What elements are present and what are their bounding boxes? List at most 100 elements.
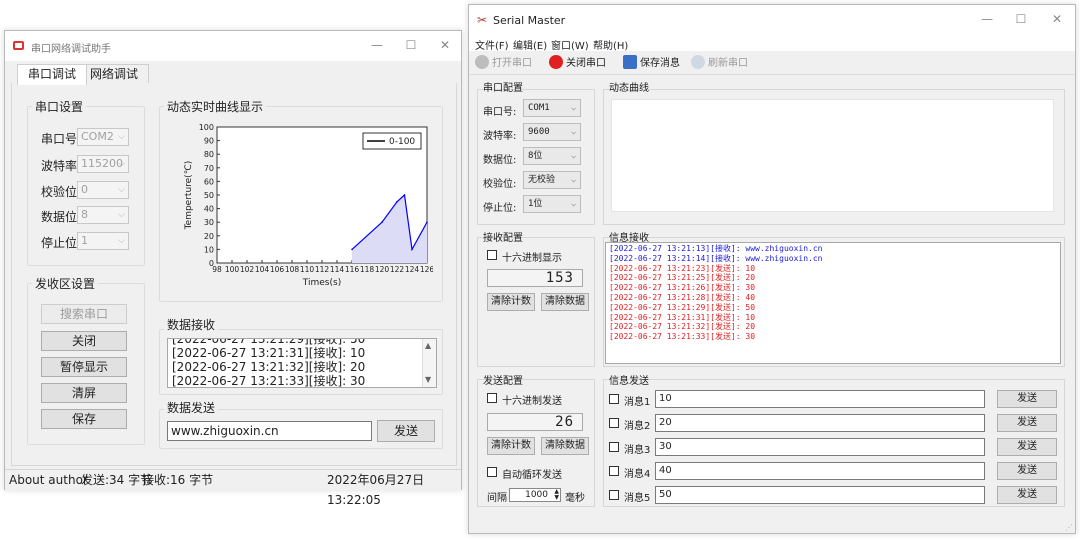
minimize-icon[interactable]: — (367, 37, 387, 53)
scroll-down-icon[interactable]: ▼ (425, 375, 431, 384)
log-line: [2022-06-27 13:21:26][发送]: 30 (609, 283, 756, 293)
data-point (396, 201, 398, 203)
spin-arrows-icon[interactable]: ▲ ▼ (554, 489, 559, 501)
dynamic-curve-canvas (611, 99, 1054, 212)
databits-select[interactable]: 8 ⌵ (77, 206, 129, 224)
log-line: [2022-06-27 13:21:32][发送]: 20 (609, 322, 756, 332)
baud-select[interactable]: 9600 ⌵ (523, 123, 581, 141)
open-port-tool[interactable]: 打开串口 (475, 55, 532, 71)
chevron-down-icon: ⌵ (118, 210, 125, 220)
maximize-icon[interactable]: ☐ (1011, 11, 1031, 27)
x-tick-label: 118 (360, 265, 375, 274)
message-label: 消息3 (624, 445, 651, 456)
message-input[interactable]: 10 (655, 390, 985, 408)
parity-select[interactable]: 0 ⌵ (77, 181, 129, 199)
pause-display-button[interactable]: 暂停显示 (41, 357, 127, 377)
data-point (381, 221, 383, 223)
message-checkbox[interactable] (609, 490, 619, 500)
message-send-button[interactable]: 发送 (997, 462, 1057, 480)
close-port-tool[interactable]: 关闭串口 (549, 55, 606, 71)
send-config-title: 发送配置 (483, 376, 523, 387)
y-axis-label: Temperture(℃) (184, 161, 194, 231)
message-checkbox[interactable] (609, 418, 619, 428)
hex-send-checkbox[interactable] (487, 393, 497, 403)
port-select[interactable]: COM2 ⌵ (77, 128, 129, 146)
maximize-icon[interactable]: ☐ (401, 37, 421, 53)
window-title: Serial Master (493, 14, 566, 27)
parity-select[interactable]: 无校验 ⌵ (523, 171, 581, 189)
menu-window[interactable]: 窗口(W) (551, 37, 589, 52)
message-input[interactable]: 40 (655, 462, 985, 480)
legend-label: 0-100 (389, 137, 415, 147)
search-port-button[interactable]: 搜索串口 (41, 304, 127, 324)
data-send-title: 数据发送 (164, 399, 219, 416)
tab-network[interactable]: 网络调试 (79, 64, 150, 84)
receive-counter: 153 (487, 269, 583, 287)
x-tick-label: 100 (225, 265, 240, 274)
clear-receive-data-button[interactable]: 清除数据 (541, 293, 589, 311)
x-tick-label: 126 (420, 265, 433, 274)
message-input[interactable]: 30 (655, 438, 985, 456)
x-tick-label: 114 (330, 265, 345, 274)
about-author-link[interactable]: About author (9, 470, 88, 490)
send-input[interactable]: www.zhiguoxin.cn (167, 421, 372, 441)
baud-select[interactable]: 115200 ⌵ (77, 155, 129, 173)
message-label: 消息5 (624, 493, 651, 504)
curve-title: 动态曲线 (609, 83, 649, 94)
message-checkbox[interactable] (609, 394, 619, 404)
tab-serial[interactable]: 串口调试 (17, 64, 88, 85)
clear-send-count-button[interactable]: 清除计数 (487, 437, 535, 455)
chevron-down-icon: ⌵ (571, 127, 576, 136)
close-icon[interactable]: ✕ (435, 37, 455, 53)
clear-receive-count-button[interactable]: 清除计数 (487, 293, 535, 311)
menu-edit[interactable]: 编辑(E) (513, 37, 547, 52)
send-button[interactable]: 发送 (377, 420, 435, 442)
message-send-button[interactable]: 发送 (997, 390, 1057, 408)
message-input[interactable]: 20 (655, 414, 985, 432)
auto-send-checkbox[interactable] (487, 467, 497, 477)
interval-spinbox[interactable]: 1000 ▲ ▼ (509, 488, 561, 502)
check-icon (475, 55, 489, 69)
message-checkbox[interactable] (609, 442, 619, 452)
port-select[interactable]: COM1 ⌵ (523, 99, 581, 117)
data-point (411, 248, 413, 251)
data-point (403, 194, 406, 196)
menu-help[interactable]: 帮助(H) (593, 37, 628, 52)
message-send-button[interactable]: 发送 (997, 438, 1057, 456)
receive-textarea[interactable]: [2022-06-27 13:21:29][接收]: 50 [2022-06-2… (167, 338, 437, 388)
serial-assistant-window: 串口网络调试助手 — ☐ ✕ 串口调试 网络调试 串口设置 串口号 COM2 ⌵ … (4, 30, 462, 507)
databits-select[interactable]: 8位 ⌵ (523, 147, 581, 165)
clear-screen-button[interactable]: 清屏 (41, 383, 127, 403)
chevron-down-icon: ⌵ (571, 199, 576, 208)
close-port-button[interactable]: 关闭 (41, 331, 127, 351)
message-label: 消息4 (624, 469, 651, 480)
port-label: 串口号 (41, 132, 78, 146)
receive-line: [2022-06-27 13:21:29][接收]: 50 (172, 338, 366, 346)
log-line: [2022-06-27 13:21:25][发送]: 20 (609, 273, 756, 283)
minimize-icon[interactable]: — (977, 11, 997, 27)
save-messages-tool[interactable]: 保存消息 (623, 55, 680, 71)
x-tick-label: 112 (315, 265, 330, 274)
menu-file[interactable]: 文件(F) (475, 37, 509, 52)
window-title: 串口网络调试助手 (31, 44, 111, 55)
chevron-down-icon: ⌵ (118, 236, 125, 246)
message-send-button[interactable]: 发送 (997, 414, 1057, 432)
close-icon[interactable]: ✕ (1047, 11, 1067, 27)
stopbits-select[interactable]: 1 ⌵ (77, 232, 129, 250)
clear-send-data-button[interactable]: 清除数据 (541, 437, 589, 455)
scroll-up-icon[interactable]: ▲ (425, 341, 431, 350)
send-recv-settings-title: 发收区设置 (32, 275, 99, 292)
refresh-port-tool[interactable]: 刷新串口 (691, 55, 748, 71)
hex-display-checkbox[interactable] (487, 250, 497, 260)
chevron-down-icon: ⌵ (571, 175, 576, 184)
message-checkbox[interactable] (609, 466, 619, 476)
message-input[interactable]: 50 (655, 486, 985, 504)
stopbits-select[interactable]: 1位 ⌵ (523, 195, 581, 213)
app-icon (13, 41, 24, 50)
vertical-scrollbar[interactable]: ▲ ▼ (422, 339, 436, 387)
message-send-button[interactable]: 发送 (997, 486, 1057, 504)
save-button[interactable]: 保存 (41, 409, 127, 429)
resize-grip-icon[interactable]: ⋰ (1065, 523, 1073, 532)
title-bar: 串口网络调试助手 — ☐ ✕ (5, 31, 461, 61)
receive-log[interactable]: [2022-06-27 13:21:13][接收]: www.zhiguoxin… (605, 242, 1061, 364)
